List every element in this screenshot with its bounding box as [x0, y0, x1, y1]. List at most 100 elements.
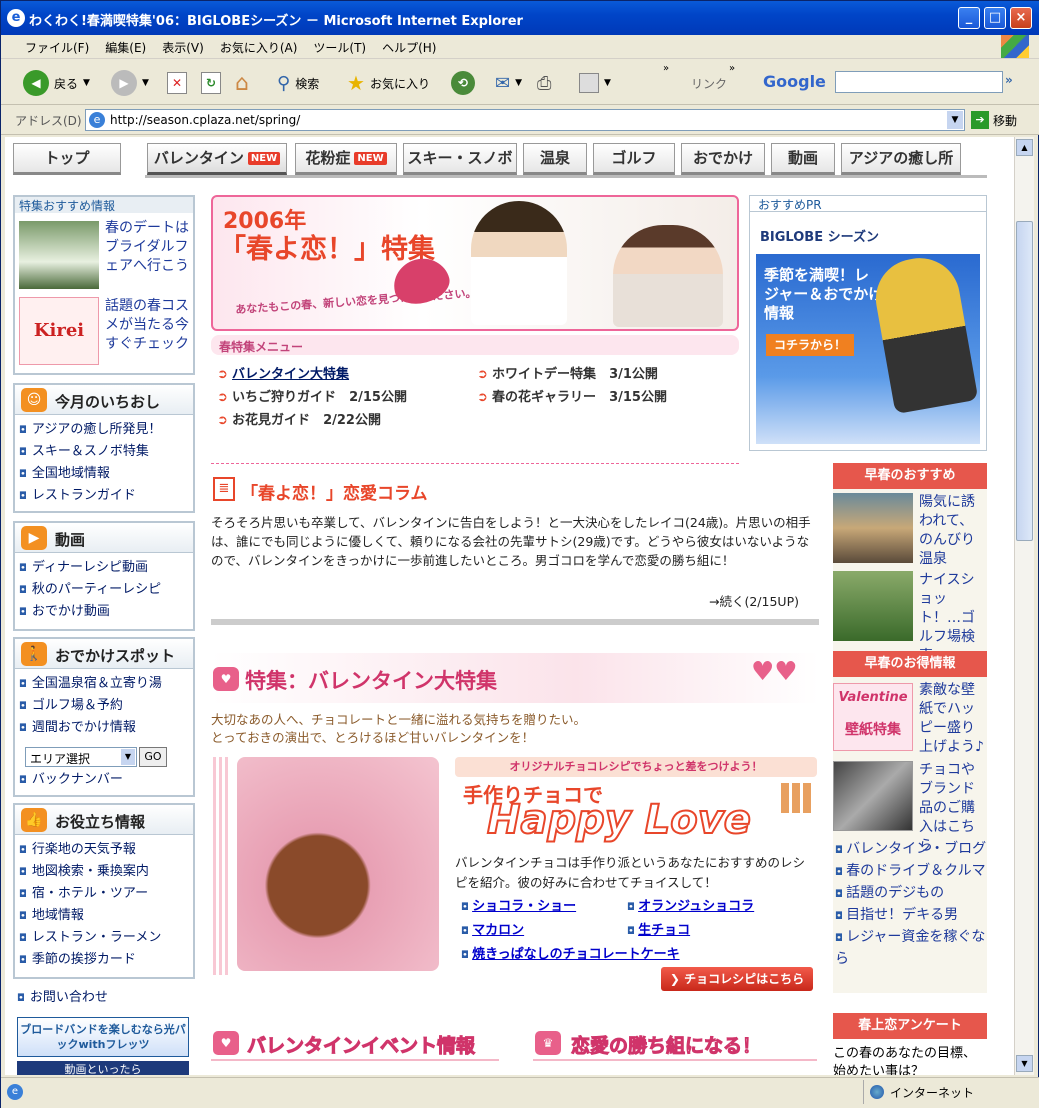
spot-link[interactable]: 週間おでかけ情報: [15, 717, 193, 739]
bridal-image[interactable]: [19, 221, 99, 289]
address-dropdown-icon[interactable]: ▼: [947, 111, 963, 129]
tab-golf[interactable]: ゴルフ: [593, 143, 675, 175]
vertical-scrollbar[interactable]: ▲ ▼: [1014, 137, 1034, 1075]
ichioshi-link[interactable]: レストランガイド: [15, 485, 193, 507]
video-banner[interactable]: 動画といったら: [17, 1061, 189, 1075]
column-more-link[interactable]: →続く(2/15UP): [709, 591, 799, 610]
onsen-photo[interactable]: [833, 493, 913, 563]
right-link[interactable]: 目指せ！デキる男: [835, 905, 987, 927]
yakudachi-link[interactable]: 宿・ホテル・ツアー: [15, 883, 193, 905]
yakudachi-link[interactable]: レストラン・ラーメン: [15, 927, 193, 949]
watch-photo[interactable]: [833, 761, 913, 831]
recipe-link[interactable]: ◘ 焼きっぱなしのチョコレートケーキ: [461, 943, 680, 967]
ichioshi-link[interactable]: スキー＆スノボ特集: [15, 441, 193, 463]
recipe-button[interactable]: ❯ チョコレシピはこちら: [661, 967, 813, 991]
refresh-button[interactable]: ↻: [201, 67, 221, 99]
area-go-button[interactable]: GO: [139, 747, 167, 767]
right-link[interactable]: 話題のデジもの: [835, 883, 987, 905]
menu-view[interactable]: 表示(V): [154, 35, 212, 60]
yakudachi-link[interactable]: 季節の挨拶カード: [15, 949, 193, 971]
menu-file[interactable]: ファイル(F): [17, 35, 97, 60]
contact-link[interactable]: お問い合わせ: [13, 987, 108, 1009]
menu-item-whiteday[interactable]: ➲ ホワイトデー特集 3/1公開: [477, 363, 667, 386]
menu-item-ohanami[interactable]: ➲ お花見ガイド 2/22公開: [217, 409, 407, 432]
menu-item-flowers[interactable]: ➲ 春の花ギャラリー 3/15公開: [477, 386, 667, 409]
menu-item-valentine[interactable]: ➲ バレンタイン大特集: [217, 363, 407, 386]
minimize-button[interactable]: _: [958, 7, 980, 29]
onsen-link[interactable]: 陽気に誘われて、のんびり温泉: [919, 493, 987, 569]
backnumber-link[interactable]: バックナンバー: [15, 769, 123, 791]
yakudachi-box: 👍お役立ち情報 行楽地の天気予報 地図検索・乗換案内 宿・ホテル・ツアー 地域情…: [13, 803, 195, 979]
search-button[interactable]: ⚲ 検索: [277, 67, 319, 99]
douga-link[interactable]: 秋のパーティーレシピ: [15, 579, 193, 601]
pr-button[interactable]: コチラから！: [766, 334, 854, 356]
tab-valentine[interactable]: バレンタイン NEW: [147, 143, 287, 175]
links-label[interactable]: リンク: [691, 75, 727, 92]
address-input[interactable]: e http://season.cplaza.net/spring/: [85, 109, 965, 131]
close-button[interactable]: ×: [1010, 7, 1032, 29]
tab-ski[interactable]: スキー・スノボ: [403, 143, 517, 175]
couple-icon: ♥: [213, 1031, 239, 1055]
back-button[interactable]: ◀ 戻る ▼: [23, 67, 90, 99]
scroll-down-icon[interactable]: ▼: [1016, 1055, 1033, 1072]
right-link[interactable]: バレンタイン・ブログ: [835, 839, 987, 861]
google-search-input[interactable]: [835, 71, 1003, 93]
flets-banner[interactable]: ブロードバンドを楽しむなら光パックwithフレッツ: [17, 1017, 189, 1057]
hero-banner[interactable]: 2006年 「春よ恋！」特集 あなたもこの春、新しい恋を見つけてください。: [211, 195, 739, 331]
tab-douga[interactable]: 動画: [771, 143, 835, 175]
chocolate-photo[interactable]: [237, 757, 439, 971]
golf-photo[interactable]: [833, 571, 913, 641]
menu-edit[interactable]: 編集(E): [97, 35, 154, 60]
area-select[interactable]: エリア選択 ▼: [25, 747, 137, 767]
ichioshi-link[interactable]: 全国地域情報: [15, 463, 193, 485]
google-overflow-icon[interactable]: »: [1005, 73, 1013, 87]
tab-top[interactable]: トップ: [13, 143, 121, 175]
favorites-button[interactable]: ★ お気に入り: [347, 67, 430, 99]
menu-favorites[interactable]: お気に入り(A): [212, 35, 306, 60]
menu-tools[interactable]: ツール(T): [305, 35, 374, 60]
tab-asia[interactable]: アジアの癒し所: [841, 143, 961, 175]
mail-button[interactable]: ✉ ▼: [495, 67, 522, 99]
ichioshi-link[interactable]: アジアの癒し所発見！: [15, 419, 193, 441]
links-overflow-icon[interactable]: »: [729, 63, 735, 74]
douga-link[interactable]: ディナーレシピ動画: [15, 557, 193, 579]
stop-button[interactable]: ✕: [167, 67, 187, 99]
spot-link[interactable]: ゴルフ場＆予約: [15, 695, 193, 717]
google-label[interactable]: Google: [763, 72, 826, 91]
yakudachi-link[interactable]: 地域情報: [15, 905, 193, 927]
douga-link[interactable]: おでかけ動画: [15, 601, 193, 623]
wallpaper-image[interactable]: Valentine 壁紙特集: [833, 683, 913, 751]
kirei-image[interactable]: Kirei: [19, 297, 99, 365]
hero-title: 「春よ恋！」特集: [219, 234, 435, 265]
forward-button[interactable]: ▶ ▼: [111, 67, 149, 99]
recipe-link[interactable]: ◘ オランジュショコラ: [627, 895, 754, 919]
print-button[interactable]: ⎙: [537, 67, 551, 99]
maximize-button[interactable]: □: [984, 7, 1006, 29]
wallpaper-link[interactable]: 素敵な壁紙でハッピー盛り上げよう♪: [919, 681, 987, 757]
tab-onsen[interactable]: 温泉: [523, 143, 587, 175]
edit-button[interactable]: ▼: [579, 67, 611, 99]
yakudachi-link[interactable]: 地図検索・乗換案内: [15, 861, 193, 883]
menu-help[interactable]: ヘルプ(H): [374, 35, 444, 60]
right-link[interactable]: 春のドライブ＆クルマ: [835, 861, 987, 883]
pr-banner[interactable]: BIGLOBE シーズン 季節を満喫！レジャー＆おでかけ情報 コチラから！: [756, 218, 980, 444]
crown-icon: ♛: [535, 1031, 561, 1055]
tab-kafun[interactable]: 花粉症 NEW: [295, 143, 397, 175]
recipe-link[interactable]: ◘ 生チョコ: [627, 919, 754, 943]
camera-icon: ▶: [21, 526, 47, 550]
menu-item-ichigo[interactable]: ➲ いちご狩りガイド 2/15公開: [217, 386, 407, 409]
bullet-icon: ◘: [461, 950, 473, 961]
scroll-thumb[interactable]: [1016, 221, 1033, 541]
yakudachi-link[interactable]: 行楽地の天気予報: [15, 839, 193, 861]
rec-bridal-link[interactable]: 春のデートはブライダルフェアへ行こう: [105, 219, 189, 276]
new-badge: NEW: [247, 152, 281, 165]
home-button[interactable]: ⌂: [235, 67, 249, 99]
history-button[interactable]: ⟲: [451, 67, 475, 99]
spot-link[interactable]: 全国温泉宿＆立寄り湯: [15, 673, 193, 695]
go-button[interactable]: ➔ 移動: [971, 111, 1017, 129]
scroll-up-icon[interactable]: ▲: [1016, 139, 1033, 156]
toolbar-overflow-icon[interactable]: »: [663, 63, 669, 74]
tab-odekake[interactable]: おでかけ: [681, 143, 765, 175]
right-link[interactable]: レジャー資金を稼ぐなら: [835, 927, 987, 970]
rec-cosme-link[interactable]: 話題の春コスメが当たる今すぐチェック: [105, 297, 189, 354]
